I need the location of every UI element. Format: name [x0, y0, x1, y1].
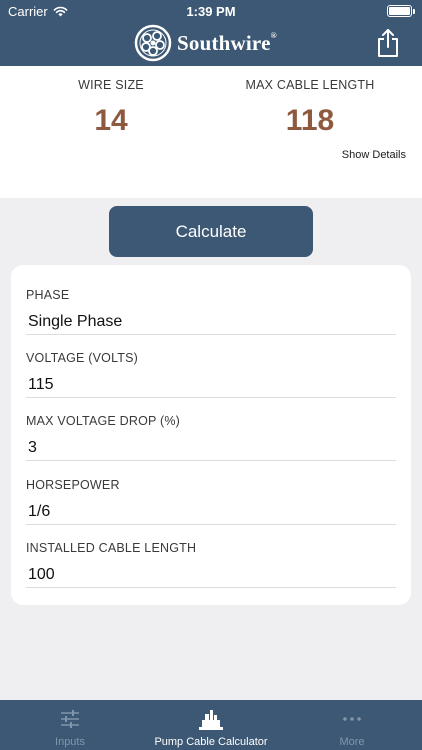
field-label: MAX VOLTAGE DROP (%): [26, 414, 181, 428]
wire-size-label: WIRE SIZE: [78, 78, 144, 92]
max-cable-length-label: MAX CABLE LENGTH: [245, 78, 375, 92]
field-label: PHASE: [26, 288, 70, 302]
field-value[interactable]: 3: [28, 439, 37, 457]
sliders-icon: [61, 710, 79, 728]
tab-label: More: [339, 736, 365, 748]
max-cable-length-result: MAX CABLE LENGTH 118: [210, 78, 410, 138]
status-time: 1:39 PM: [186, 4, 236, 19]
tab-label: Pump Cable Calculator: [154, 736, 268, 748]
horsepower-field[interactable]: HORSEPOWER 1/6: [26, 462, 396, 525]
brand-name: Southwire®: [177, 31, 277, 56]
wire-size-value: 14: [94, 104, 128, 137]
registered-mark: ®: [270, 30, 277, 40]
phase-field[interactable]: PHASE Single Phase: [26, 272, 396, 335]
max-cable-length-value: 118: [285, 104, 335, 137]
installed-cable-length-field[interactable]: INSTALLED CABLE LENGTH 100: [26, 525, 396, 588]
tab-inputs[interactable]: Inputs: [0, 700, 140, 750]
wire-size-result: WIRE SIZE 14: [11, 78, 211, 138]
tab-more[interactable]: More: [282, 700, 422, 750]
max-voltage-drop-field[interactable]: MAX VOLTAGE DROP (%) 3: [26, 398, 396, 461]
status-bar: Carrier 1:39 PM: [0, 0, 422, 22]
southwire-logo: Southwire®: [133, 24, 277, 62]
southwire-emblem-icon: [134, 24, 172, 62]
field-value[interactable]: 100: [28, 566, 55, 584]
field-label: HORSEPOWER: [26, 478, 120, 492]
share-icon[interactable]: [376, 28, 400, 58]
tab-pump-cable-calculator[interactable]: Pump Cable Calculator: [140, 700, 282, 750]
inputs-card: PHASE Single Phase VOLTAGE (VOLTS) 115 M…: [11, 265, 411, 605]
tab-label: Inputs: [55, 736, 85, 748]
battery-icon: [387, 5, 415, 17]
field-label: INSTALLED CABLE LENGTH: [26, 541, 197, 555]
field-value[interactable]: 115: [28, 376, 54, 394]
brand-text: Southwire: [177, 30, 271, 55]
more-dots-icon: [343, 717, 361, 721]
field-label: VOLTAGE (VOLTS): [26, 351, 139, 365]
navigation-bar: Carrier 1:39 PM Southwire®: [0, 0, 422, 66]
results-panel: WIRE SIZE 14 MAX CABLE LENGTH 118 Show D…: [0, 66, 422, 198]
tab-bar: Inputs Pump Cable Calculator More: [0, 700, 422, 750]
field-value[interactable]: Single Phase: [28, 313, 122, 331]
voltage-field[interactable]: VOLTAGE (VOLTS) 115: [26, 335, 396, 398]
pump-icon: [199, 710, 223, 730]
field-value[interactable]: 1/6: [28, 503, 50, 521]
show-details-link[interactable]: Show Details: [342, 149, 406, 161]
calculate-button[interactable]: Calculate: [109, 206, 313, 257]
